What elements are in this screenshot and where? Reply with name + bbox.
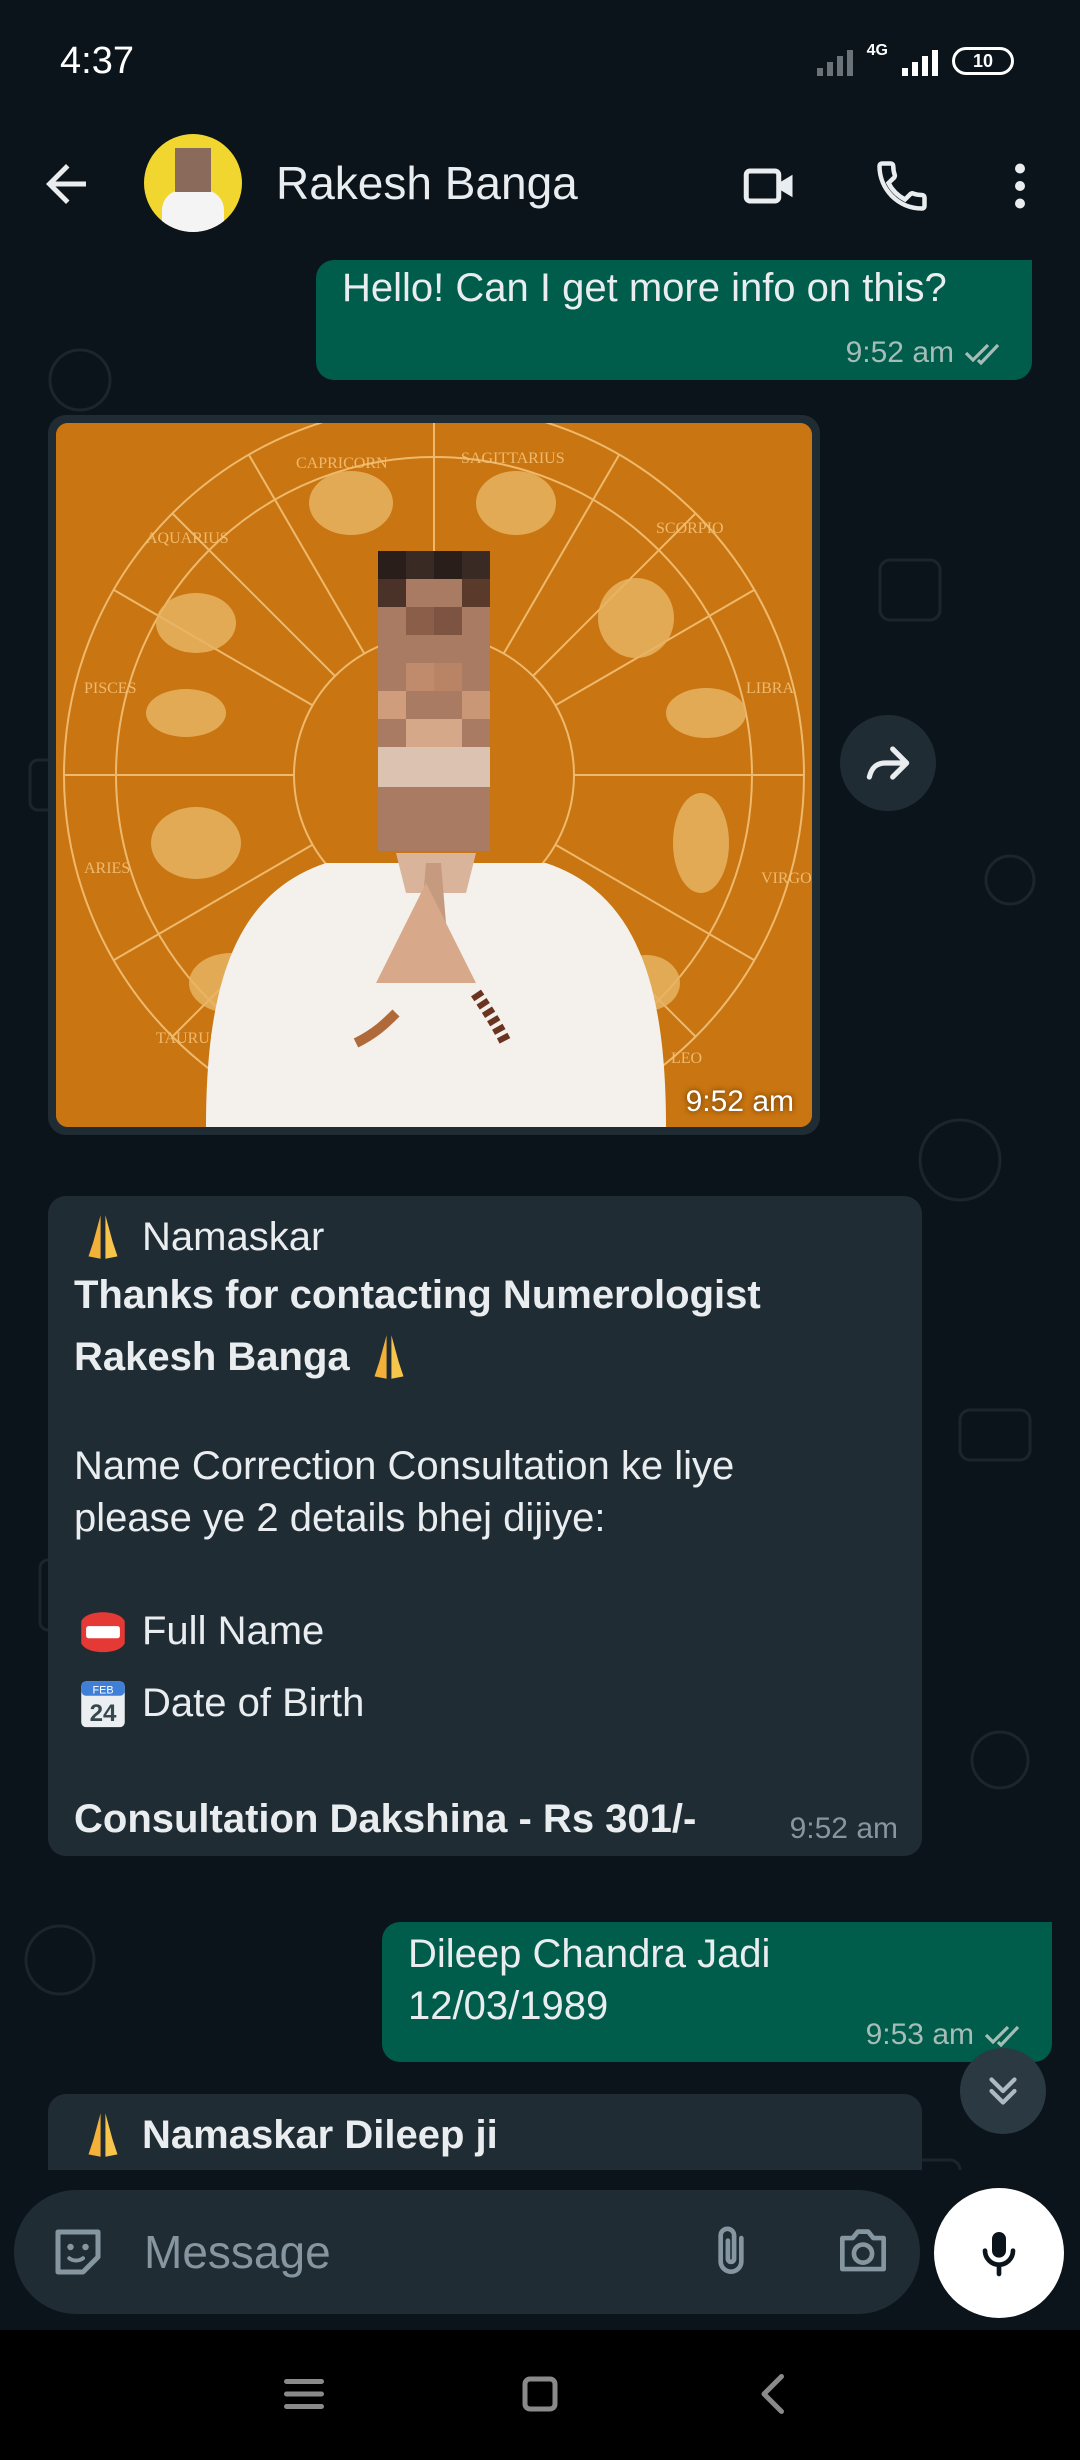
home-icon[interactable] <box>510 2364 570 2424</box>
double-check-icon <box>964 343 1000 365</box>
system-navigation-bar <box>0 2330 1080 2460</box>
video-call-icon[interactable] <box>740 156 800 216</box>
paperclip-icon[interactable] <box>700 2220 762 2282</box>
pixelated-face <box>378 551 490 851</box>
contact-name[interactable]: Rakesh Banga <box>276 156 578 210</box>
zodiac-label-taurus: TAURUS <box>156 1030 219 1047</box>
battery-icon: 10 <box>952 47 1014 75</box>
folded-hands-emoji-icon <box>374 1335 404 1379</box>
message-time: 9:52 am <box>789 1812 898 1845</box>
incoming-image-message[interactable]: CAPRICORN SAGITTARIUS SCORPIO LIBRA VIRG… <box>48 415 820 1135</box>
thanks-text-line1: Thanks for contacting Numerologist <box>74 1273 761 1317</box>
message-line2: 12/03/1989 <box>408 1984 609 2028</box>
message-text: Hello! Can I get more info on this? <box>342 266 947 310</box>
zodiac-label-capricorn: CAPRICORN <box>296 455 388 472</box>
calendar-month-label: FEB <box>92 1684 113 1696</box>
forward-button[interactable] <box>840 715 936 811</box>
greeting-text: Namaskar <box>142 1215 325 1259</box>
zodiac-label-leo: LEO <box>671 1050 702 1067</box>
voice-message-button[interactable] <box>934 2188 1064 2318</box>
composer <box>0 2170 1080 2330</box>
status-bar: 4:37 4G 10 <box>0 0 1080 120</box>
message-time: 9:52 am <box>845 336 954 369</box>
message-text: Namaskar Dileep ji <box>142 2113 498 2157</box>
request-text-line2: please ye 2 details bhej dijiye: <box>74 1496 606 1540</box>
contact-avatar[interactable] <box>144 134 242 232</box>
zodiac-label-pisces: PISCES <box>84 680 136 697</box>
forward-icon <box>866 746 910 780</box>
menu-icon[interactable] <box>274 2364 334 2424</box>
message-meta: 9:52 am <box>790 1812 898 1846</box>
folded-hands-emoji-icon <box>88 1215 118 1259</box>
back-icon[interactable] <box>744 2364 804 2424</box>
network-type-label: 4G <box>866 42 888 59</box>
name-badge-emoji-icon <box>81 1612 125 1653</box>
incoming-message[interactable]: Namaskar Thanks for contacting Numerolog… <box>48 1196 922 1856</box>
outgoing-message[interactable]: Hello! Can I get more info on this? 9:52… <box>316 260 1032 380</box>
zodiac-photo-art: CAPRICORN SAGITTARIUS SCORPIO LIBRA VIRG… <box>56 423 812 1127</box>
zodiac-label-aquarius: AQUARIUS <box>146 530 229 547</box>
back-arrow-icon[interactable] <box>36 154 96 214</box>
message-time: 9:52 am <box>685 1085 794 1118</box>
zodiac-label-sagittarius: SAGITTARIUS <box>461 450 565 467</box>
folded-hands-emoji-icon <box>88 2113 118 2157</box>
phone-icon[interactable] <box>872 156 932 216</box>
camera-icon[interactable] <box>832 2220 894 2282</box>
double-check-icon <box>984 2025 1020 2047</box>
message-meta: 9:53 am <box>866 2018 1028 2052</box>
message-input-container[interactable] <box>14 2190 920 2314</box>
calendar-emoji-icon: FEB 24 <box>81 1681 125 1728</box>
sticker-icon[interactable] <box>48 2222 108 2282</box>
calendar-day-label: 24 <box>90 1700 117 1727</box>
item-date-of-birth: Date of Birth <box>142 1681 365 1725</box>
scroll-to-bottom-button[interactable] <box>960 2048 1046 2134</box>
zodiac-label-aries: ARIES <box>84 860 130 877</box>
request-text-line1: Name Correction Consultation ke liye <box>74 1444 735 1488</box>
chat-header: Rakesh Banga <box>0 120 1080 260</box>
message-meta: 9:52 am <box>846 336 1008 370</box>
message-photo[interactable]: CAPRICORN SAGITTARIUS SCORPIO LIBRA VIRG… <box>56 423 812 1127</box>
message-text: Dileep Chandra Jadi 12/03/1989 <box>408 1928 770 2032</box>
zodiac-label-libra: LIBRA <box>746 680 794 697</box>
outgoing-message[interactable]: Dileep Chandra Jadi 12/03/1989 9:53 am <box>382 1922 1052 2062</box>
signal-sim2-icon <box>902 46 938 76</box>
zodiac-label-scorpio: SCORPIO <box>656 520 724 537</box>
microphone-icon <box>982 2232 1016 2277</box>
signal-sim1-icon <box>816 46 853 76</box>
message-time: 9:53 am <box>865 2018 974 2051</box>
fee-text: Consultation Dakshina - Rs 301/- <box>74 1797 697 1841</box>
message-input[interactable] <box>144 2216 684 2288</box>
status-icons: 4G 10 <box>816 42 1014 76</box>
double-chevron-down-icon <box>989 2077 1017 2105</box>
message-line1: Dileep Chandra Jadi <box>408 1932 771 1976</box>
status-time: 4:37 <box>60 40 134 82</box>
zodiac-label-virgo: VIRGO <box>761 870 812 887</box>
more-options-icon[interactable] <box>990 156 1050 216</box>
thanks-text-line2: Rakesh Banga <box>74 1335 350 1379</box>
item-full-name: Full Name <box>142 1609 325 1653</box>
chat-area[interactable]: Hello! Can I get more info on this? 9:52… <box>0 260 1080 2330</box>
